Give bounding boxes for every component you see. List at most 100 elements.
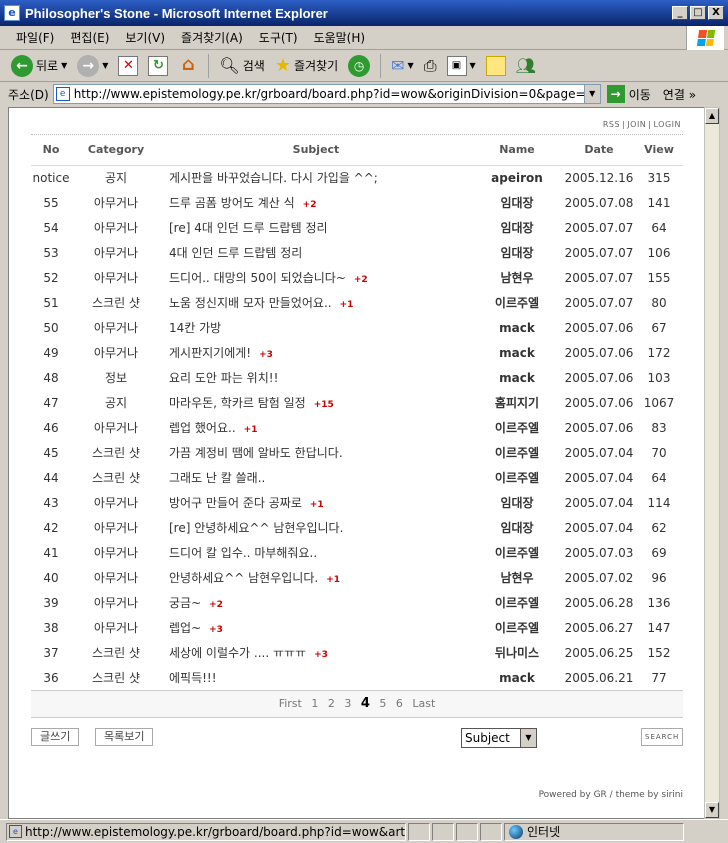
favorites-button[interactable]: ★ 즐겨찾기: [272, 53, 341, 79]
minimize-button[interactable]: _: [672, 6, 688, 20]
row-subject-link[interactable]: 드디어 칼 입수.. 마부해줘요..: [169, 546, 317, 560]
row-author[interactable]: 임대장: [471, 515, 563, 540]
history-button[interactable]: ◷: [345, 53, 373, 79]
page-link-3[interactable]: 3: [344, 697, 351, 710]
row-subject-link[interactable]: 노움 정신지배 모자 만들었어요..: [169, 296, 332, 310]
home-button[interactable]: ⌂: [175, 53, 201, 79]
page-link-2[interactable]: 2: [328, 697, 335, 710]
row-subject-link[interactable]: 요리 도안 파는 위치!!: [169, 371, 278, 385]
last-page-link[interactable]: Last: [412, 697, 435, 710]
row-author[interactable]: 이르주엘: [471, 465, 563, 490]
row-author[interactable]: 이르주엘: [471, 590, 563, 615]
row-category[interactable]: 스크린 샷: [71, 465, 161, 490]
row-category[interactable]: 아무거나: [71, 590, 161, 615]
row-category[interactable]: 스크린 샷: [71, 290, 161, 315]
join-link[interactable]: JOIN: [625, 120, 648, 129]
maximize-button[interactable]: □: [690, 6, 706, 20]
row-category[interactable]: 아무거나: [71, 415, 161, 440]
row-category[interactable]: 아무거나: [71, 515, 161, 540]
row-author[interactable]: 이르주엘: [471, 540, 563, 565]
row-author[interactable]: mack: [471, 315, 563, 340]
row-subject-link[interactable]: [re] 4대 인던 드루 드랍템 정리: [169, 221, 328, 235]
row-category[interactable]: 스크린 샷: [71, 640, 161, 665]
stop-button[interactable]: ✕: [115, 53, 141, 79]
scroll-up-icon[interactable]: ▲: [705, 108, 719, 124]
row-author[interactable]: 남현우: [471, 265, 563, 290]
row-category[interactable]: 아무거나: [71, 190, 161, 215]
close-button[interactable]: X: [708, 6, 724, 20]
row-subject-link[interactable]: 렙업~: [169, 621, 201, 635]
search-input[interactable]: [539, 728, 639, 748]
first-page-link[interactable]: First: [279, 697, 302, 710]
search-submit-button[interactable]: SEARCH: [641, 728, 684, 746]
row-author[interactable]: 이르주엘: [471, 440, 563, 465]
chevron-down-icon[interactable]: ▼: [408, 61, 414, 70]
menu-edit[interactable]: 편집(E): [62, 29, 117, 46]
row-subject-link[interactable]: 14칸 가방: [169, 321, 221, 335]
row-author[interactable]: 뒤나미스: [471, 640, 563, 665]
row-author[interactable]: 임대장: [471, 240, 563, 265]
discuss-button[interactable]: [483, 53, 509, 79]
row-author[interactable]: 임대장: [471, 490, 563, 515]
vertical-scrollbar[interactable]: ▲ ▼: [704, 107, 720, 819]
chevron-down-icon[interactable]: ▼: [61, 61, 67, 70]
row-category[interactable]: 아무거나: [71, 265, 161, 290]
row-author[interactable]: 이르주엘: [471, 415, 563, 440]
row-author[interactable]: 이르주엘: [471, 615, 563, 640]
row-subject-link[interactable]: 마라우돈, 학카르 탐험 일정: [169, 396, 306, 410]
row-category[interactable]: 스크린 샷: [71, 665, 161, 690]
row-author[interactable]: 임대장: [471, 190, 563, 215]
go-button[interactable]: → 이동: [606, 85, 651, 103]
row-category[interactable]: 아무거나: [71, 565, 161, 590]
row-category[interactable]: 아무거나: [71, 340, 161, 365]
row-subject-link[interactable]: [re] 안녕하세요^^ 남현우입니다.: [169, 521, 343, 535]
row-subject-link[interactable]: 안녕하세요^^ 남현우입니다.: [169, 571, 318, 585]
print-button[interactable]: ⎙: [421, 53, 440, 79]
search-button[interactable]: 🔍︎ 검색: [216, 53, 267, 79]
row-subject-link[interactable]: 세상에 이럴수가 .... ㅠㅠㅠ: [169, 646, 306, 660]
page-link-5[interactable]: 5: [379, 697, 386, 710]
row-subject-link[interactable]: 에픽득!!!: [169, 671, 217, 685]
row-category[interactable]: 아무거나: [71, 240, 161, 265]
row-category[interactable]: 스크린 샷: [71, 440, 161, 465]
row-subject-link[interactable]: 4대 인던 드루 드랍템 정리: [169, 246, 302, 260]
rss-link[interactable]: RSS: [601, 120, 622, 129]
row-subject-link[interactable]: 그래도 난 칼 쓸래..: [169, 471, 265, 485]
row-author[interactable]: 남현우: [471, 565, 563, 590]
row-author[interactable]: mack: [471, 365, 563, 390]
login-link[interactable]: LOGIN: [651, 120, 683, 129]
row-subject-link[interactable]: 게시판지기에게!: [169, 346, 251, 360]
links-button[interactable]: 연결 »: [663, 86, 696, 103]
row-author[interactable]: 임대장: [471, 215, 563, 240]
write-button[interactable]: 글쓰기: [31, 728, 80, 746]
row-author[interactable]: apeiron: [471, 165, 563, 190]
row-subject-link[interactable]: 렙업 했어요..: [169, 421, 236, 435]
menu-favorites[interactable]: 즐겨찾기(A): [173, 29, 251, 46]
page-link-1[interactable]: 1: [311, 697, 318, 710]
address-input[interactable]: e http://www.epistemology.pe.kr/grboard/…: [52, 84, 601, 104]
mail-button[interactable]: ✉ ▼: [388, 53, 417, 79]
messenger-button[interactable]: 👥︎: [513, 53, 539, 79]
row-category[interactable]: 아무거나: [71, 540, 161, 565]
row-subject-link[interactable]: 드디어.. 대망의 50이 되었습니다~: [169, 271, 346, 285]
back-button[interactable]: ← 뒤로 ▼: [8, 53, 70, 79]
row-category[interactable]: 아무거나: [71, 490, 161, 515]
row-category[interactable]: 아무거나: [71, 215, 161, 240]
row-subject-link[interactable]: 가끔 계정비 땜에 알바도 한답니다.: [169, 446, 343, 460]
row-author[interactable]: mack: [471, 340, 563, 365]
menu-tools[interactable]: 도구(T): [251, 29, 306, 46]
edit-button[interactable]: ▣ ▼: [444, 53, 479, 79]
row-category[interactable]: 공지: [71, 390, 161, 415]
menu-help[interactable]: 도움말(H): [306, 29, 374, 46]
row-subject-link[interactable]: 방어구 만들어 준다 공짜로: [169, 496, 302, 510]
row-subject-link[interactable]: 게시판을 바꾸었습니다. 다시 가입을 ^^;: [169, 171, 378, 185]
row-category[interactable]: 공지: [71, 165, 161, 190]
row-author[interactable]: mack: [471, 665, 563, 690]
list-button[interactable]: 목록보기: [95, 728, 154, 746]
row-category[interactable]: 아무거나: [71, 315, 161, 340]
address-dropdown[interactable]: ▼: [583, 85, 600, 103]
refresh-button[interactable]: ↻: [145, 53, 171, 79]
forward-button[interactable]: → ▼: [74, 53, 111, 79]
scroll-down-icon[interactable]: ▼: [705, 802, 719, 818]
page-link-6[interactable]: 6: [396, 697, 403, 710]
